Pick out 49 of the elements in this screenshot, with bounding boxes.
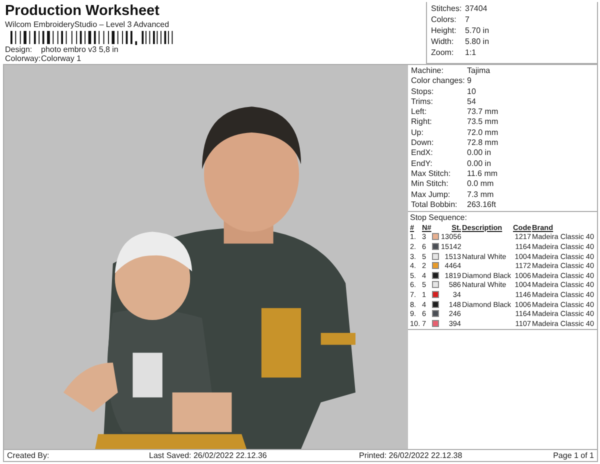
design-name: photo embro v3 5,8 in [41, 44, 118, 54]
info-value: 7.3 mm [467, 190, 495, 200]
footer-text: Printed: 26/02/2022 22.12.38 [359, 451, 464, 461]
info-label: Max Jump: [411, 190, 452, 200]
stat-label: Height: [431, 26, 458, 36]
footer-text: Created By: [7, 451, 50, 461]
stat-value: 37404 [465, 4, 488, 14]
stat-label: Colors: [431, 15, 458, 25]
info-label: Up: [411, 128, 424, 138]
info-value: 11.6 mm [467, 168, 499, 180]
info-value: 10 [467, 86, 477, 97]
stat-value: 7 [465, 15, 470, 25]
info-value: 72.0 mm [467, 128, 500, 138]
footer-text: Page 1 of 1 [553, 451, 594, 461]
stat-label: Stitches: [431, 4, 463, 14]
info-value: 0.0 mm [467, 179, 495, 190]
stat-label: Width: [431, 37, 455, 47]
info-value: 0.00 in [467, 148, 492, 159]
info-label: EndY: [411, 158, 434, 169]
colorway-name: Colorway 1 [41, 54, 82, 64]
info-label: Down: [411, 138, 435, 148]
stat-value: 1:1 [465, 48, 478, 58]
info-value: 73.7 mm [467, 107, 500, 118]
colorway-label: Colorway: [5, 54, 41, 64]
stat-label: Zoom: [431, 48, 455, 58]
info-value: 72.8 mm [467, 138, 500, 148]
worksheet-title: Production Worksheet [5, 3, 160, 20]
info-value: 0.00 in [467, 158, 492, 169]
software-name: Wilcom EmbroideryStudio – Level 3 Advanced [5, 20, 170, 30]
design-label: Design: [5, 44, 34, 54]
stat-value: 5.80 in [465, 37, 490, 47]
info-label: Machine: [411, 66, 444, 76]
info-value: 54 [467, 96, 477, 108]
info-label: Left: [411, 107, 428, 118]
info-value: 9 [467, 76, 472, 87]
info-value: 263.16ft [467, 200, 497, 210]
info-label: Stops: [411, 86, 435, 97]
info-label: Max Stitch: [411, 168, 452, 180]
info-label: Color changes: [411, 76, 466, 87]
info-value: Tajima [467, 66, 492, 76]
stat-value: 5.70 in [465, 26, 490, 36]
section-title: Stop Sequence: [410, 213, 468, 223]
info-label: Right: [411, 117, 433, 128]
info-label: EndX: [411, 148, 434, 159]
info-label: Trims: [411, 96, 434, 108]
footer-text: Last Saved: 26/02/2022 22.12.36 [149, 451, 268, 461]
info-label: Total Bobbin: [411, 200, 458, 210]
info-value: 73.5 mm [467, 117, 500, 128]
info-label: Min Stitch: [411, 179, 450, 190]
